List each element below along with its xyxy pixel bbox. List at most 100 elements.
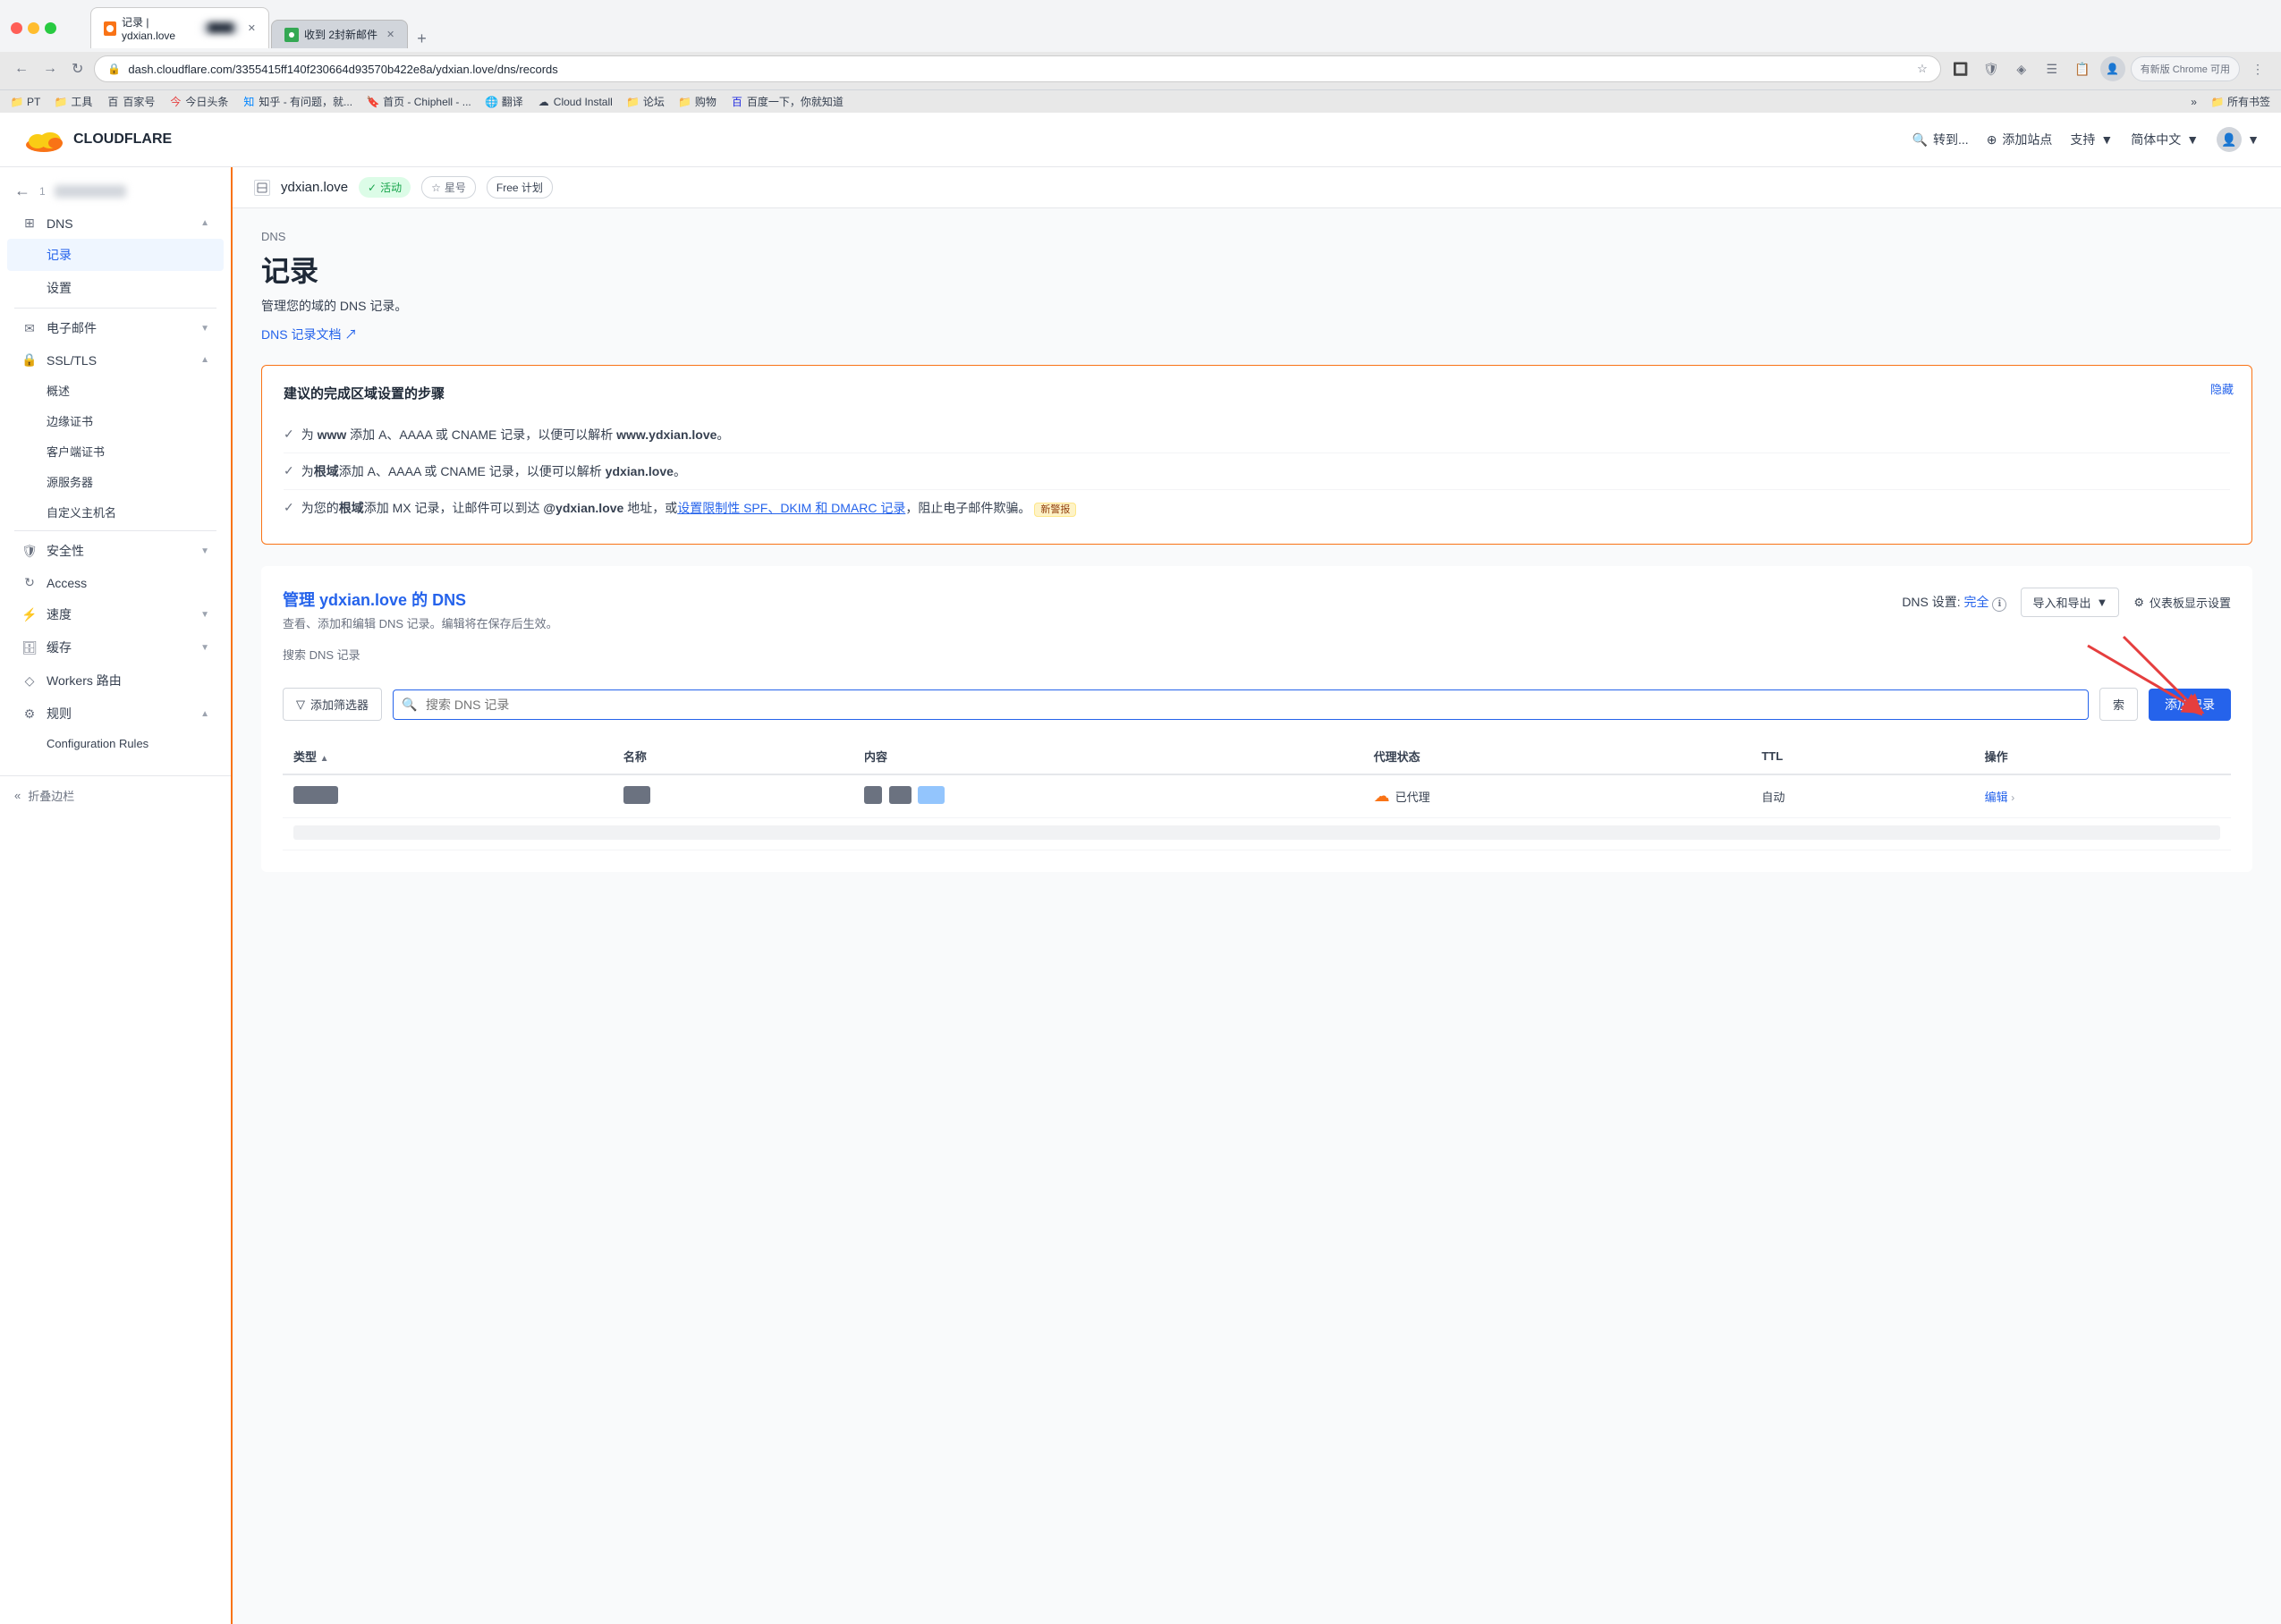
extension-button-5[interactable]: 📋	[2070, 56, 2095, 81]
extension-button-2[interactable]: 🛡	[1979, 56, 2004, 81]
bookmark-item-baijiahao[interactable]: 百百家号	[106, 94, 155, 109]
sidebar-item-config-rules[interactable]: Configuration Rules	[7, 731, 224, 757]
sidebar-item-rules[interactable]: ⚙ 规则 ▲	[7, 698, 224, 730]
extension-button-4[interactable]: ☰	[2039, 56, 2065, 81]
hide-button[interactable]: 隐藏	[2210, 380, 2234, 397]
tab-2-close[interactable]: ✕	[386, 29, 394, 40]
search-button-action[interactable]: 索	[2099, 688, 2138, 721]
dns-settings-value: 完全	[1964, 595, 1989, 609]
sidebar-item-speed[interactable]: ⚡ 速度 ▼	[7, 598, 224, 630]
search-input[interactable]	[393, 689, 2089, 720]
bookmark-item-forum[interactable]: 📁论坛	[627, 94, 665, 109]
minimize-button[interactable]	[28, 22, 39, 34]
search-nav-icon: 🔍	[1912, 132, 1928, 148]
workers-label: Workers 路由	[47, 672, 209, 689]
sidebar-item-records[interactable]: 记录	[7, 239, 224, 271]
maximize-button[interactable]	[45, 22, 56, 34]
cell-type	[283, 774, 613, 818]
dns-settings-info-icon[interactable]: ℹ	[1992, 597, 2006, 612]
edit-chevron-icon: ›	[2011, 791, 2014, 804]
sidebar-item-cache[interactable]: 🗄 缓存 ▼	[7, 631, 224, 664]
recommendation-box: 建议的完成区域设置的步骤 隐藏 ✓ 为 www 添加 A、AAAA 或 CNAM…	[261, 365, 2252, 545]
support-arrow-icon: ▼	[2100, 132, 2113, 147]
bookmarks-more-button[interactable]: »	[2191, 96, 2197, 108]
all-bookmarks-label[interactable]: 📁所有书签	[2211, 94, 2270, 109]
sort-icon-type[interactable]: ▲	[320, 754, 329, 764]
baijiahao-icon: 百	[106, 96, 119, 108]
account-button[interactable]: 👤 ▼	[2217, 127, 2260, 152]
check-icon-3: ✓	[284, 500, 294, 515]
tab-2[interactable]: 收到 2封新邮件 ✕	[271, 20, 408, 48]
filter-button[interactable]: ▽ 添加筛选器	[283, 688, 382, 721]
rec-text-3: 为您的根域添加 MX 记录，让邮件可以到达 @ydxian.love 地址，或设…	[301, 499, 1077, 517]
import-export-button[interactable]: 导入和导出 ▼	[2021, 588, 2119, 617]
address-bar[interactable]: 🔒 dash.cloudflare.com/3355415ff140f23066…	[94, 55, 1940, 82]
bookmark-item-tools[interactable]: 📁工具	[55, 94, 92, 109]
extension-button-1[interactable]: 🔲	[1948, 56, 1973, 81]
sidebar-item-ssl-hostname[interactable]: 自定义主机名	[7, 497, 224, 527]
star-badge[interactable]: ☆ 星号	[421, 176, 476, 199]
bookmark-item-pt[interactable]: 📁PT	[11, 96, 40, 108]
tab-1[interactable]: 记录 | ydxian.love ████ ✕	[90, 7, 269, 48]
bookmark-item-shopping[interactable]: 📁购物	[679, 94, 717, 109]
tab-favicon-1	[104, 21, 116, 36]
sidebar-item-email[interactable]: ✉ 电子邮件 ▼	[7, 312, 224, 344]
sidebar-item-ssl-client-cert[interactable]: 客户端证书	[7, 436, 224, 466]
sidebar-item-ssl-overview[interactable]: 概述	[7, 376, 224, 405]
update-chrome-button[interactable]: 有新版 Chrome 可用	[2131, 56, 2240, 81]
edit-link[interactable]: 编辑	[1985, 791, 2008, 804]
sidebar-dns-parent[interactable]: ⊞ DNS ▲	[7, 208, 224, 238]
recommendation-item-3: ✓ 为您的根域添加 MX 记录，让邮件可以到达 @ydxian.love 地址，…	[284, 490, 2230, 526]
col-ttl-label: TTL	[1761, 749, 1783, 763]
ssl-arrow-icon: ▲	[200, 355, 209, 365]
search-icon: 🔍	[402, 697, 417, 712]
col-type: 类型 ▲	[283, 739, 613, 774]
dns-manage-title-area: 管理 ydxian.love 的 DNS 查看、添加和编辑 DNS 记录。编辑将…	[283, 588, 558, 631]
close-button[interactable]	[11, 22, 22, 34]
bookmark-item-baidu[interactable]: 百百度一下，你就知道	[731, 94, 844, 109]
sidebar-item-access[interactable]: ↻ Access	[7, 568, 224, 597]
bookmark-item-cloud-install[interactable]: ☁Cloud Install	[538, 96, 613, 108]
sidebar-item-workers[interactable]: ◇ Workers 路由	[7, 664, 224, 697]
language-button[interactable]: 简体中文 ▼	[2131, 131, 2199, 148]
add-record-button[interactable]: 添加记录	[2149, 689, 2231, 721]
sidebar-item-ssl[interactable]: 🔒 SSL/TLS ▲	[7, 345, 224, 375]
spf-dkim-link[interactable]: 设置限制性 SPF、DKIM 和 DMARC 记录	[677, 501, 905, 515]
dns-docs-link[interactable]: DNS 记录文档 ↗	[261, 326, 357, 343]
extension-button-3[interactable]: ◈	[2009, 56, 2034, 81]
dns-manage-title-suffix: 的 DNS	[407, 591, 466, 609]
check-icon-2: ✓	[284, 463, 294, 478]
menu-button[interactable]: ⋮	[2245, 56, 2270, 81]
sidebar-item-security[interactable]: 🛡 安全性 ▼	[7, 535, 224, 567]
language-arrow-icon: ▼	[2186, 132, 2199, 147]
back-button[interactable]: ←	[11, 57, 32, 80]
speed-icon: ⚡	[21, 607, 38, 622]
refresh-button[interactable]: ↻	[68, 56, 87, 81]
bookmark-item-translate[interactable]: 🌐翻译	[486, 94, 523, 109]
tab-1-close[interactable]: ✕	[248, 22, 256, 34]
email-arrow-icon: ▼	[200, 324, 209, 334]
bookmark-icon[interactable]: ☆	[1917, 62, 1928, 76]
bookmark-item-zhihu[interactable]: 知知乎 - 有问题，就...	[242, 94, 352, 109]
forum-folder-icon: 📁	[627, 96, 640, 108]
forward-button[interactable]: →	[39, 57, 61, 80]
search-button[interactable]: 🔍 转到...	[1912, 131, 1969, 148]
sidebar-back-button[interactable]: ←	[14, 182, 30, 200]
dns-table: 类型 ▲ 名称 内容 代理状态	[283, 739, 2231, 850]
col-ttl: TTL	[1751, 739, 1973, 774]
new-tab-button[interactable]: +	[410, 30, 434, 48]
app-container: CLOUDFLARE 🔍 转到... ⊕ 添加站点 支持 ▼ 简体中文 ▼ 👤 …	[0, 113, 2281, 1624]
cloudflare-logo[interactable]: CLOUDFLARE	[21, 123, 172, 156]
bookmark-item-chiphell[interactable]: 🔖首页 - Chiphell - ...	[367, 94, 471, 109]
profile-button[interactable]: 👤	[2100, 56, 2125, 81]
add-site-button[interactable]: ⊕ 添加站点	[1987, 131, 2053, 148]
sidebar-item-ssl-edge-cert[interactable]: 边缘证书	[7, 406, 224, 436]
sidebar-collapse-button[interactable]: « 折叠边栏	[0, 775, 231, 815]
bookmark-item-toutiao[interactable]: 今今日头条	[169, 94, 228, 109]
sidebar-item-settings[interactable]: 设置	[7, 272, 224, 304]
support-button[interactable]: 支持 ▼	[2070, 131, 2113, 148]
sidebar-item-ssl-origin[interactable]: 源服务器	[7, 467, 224, 496]
sidebar: ← 1 ⊞ DNS ▲ 记录 设置 ✉	[0, 167, 233, 1624]
access-label: Access	[47, 576, 209, 590]
dashboard-settings-button[interactable]: ⚙ 仪表板显示设置	[2133, 594, 2231, 611]
